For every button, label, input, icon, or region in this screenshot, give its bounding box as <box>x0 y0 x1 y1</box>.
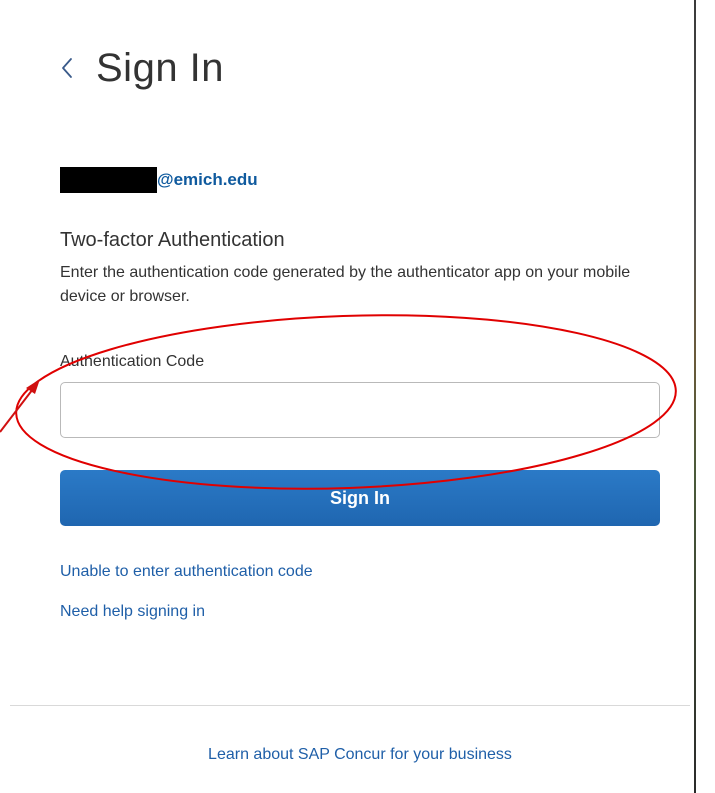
annotation-arrowhead <box>26 379 40 394</box>
page-header: Sign In <box>60 40 224 96</box>
annotation-arrow-line <box>0 384 37 433</box>
need-help-link[interactable]: Need help signing in <box>60 603 205 621</box>
authentication-code-input[interactable] <box>60 382 660 438</box>
redacted-username <box>60 167 157 193</box>
page-title: Sign In <box>96 45 225 90</box>
learn-about-sap-concur-link[interactable]: Learn about SAP Concur for your business <box>0 746 715 764</box>
sign-in-button[interactable]: Sign In <box>60 470 660 526</box>
email-domain: @emich.edu <box>157 170 258 189</box>
two-factor-title: Two-factor Authentication <box>60 229 285 251</box>
authentication-code-label: Authentication Code <box>60 353 205 370</box>
two-factor-description: Enter the authentication code generated … <box>60 264 631 305</box>
account-identity: @emich.edu <box>60 167 258 193</box>
background-image-edge <box>694 0 715 793</box>
sign-in-page: Sign In @emich.edu Two-factor Authentica… <box>0 0 715 793</box>
chevron-left-icon[interactable] <box>60 56 74 80</box>
background-image-sliver <box>694 0 696 793</box>
unable-to-enter-code-link[interactable]: Unable to enter authentication code <box>60 563 313 581</box>
